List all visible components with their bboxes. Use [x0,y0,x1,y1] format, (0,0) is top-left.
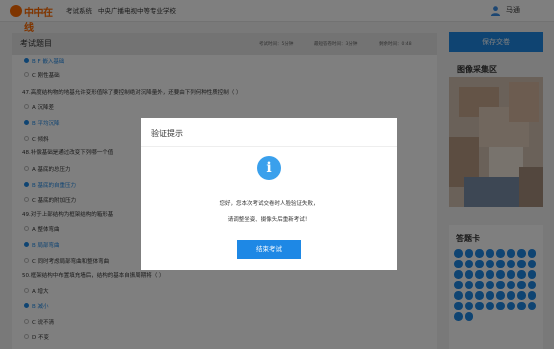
info-icon: i [257,156,281,180]
dialog-title: 验证提示 [151,129,183,138]
end-exam-button[interactable]: 结束考试 [237,240,301,259]
dialog-message-line1: 您好，您本次考试交卷时人脸验证失败， [219,201,319,207]
dialog-divider [141,146,397,147]
verification-dialog: 验证提示 i 您好，您本次考试交卷时人脸验证失败， 请调整坐姿、摄像头后重新考试… [141,118,397,270]
dialog-message-line2: 请调整坐姿、摄像头后重新考试！ [227,217,311,223]
